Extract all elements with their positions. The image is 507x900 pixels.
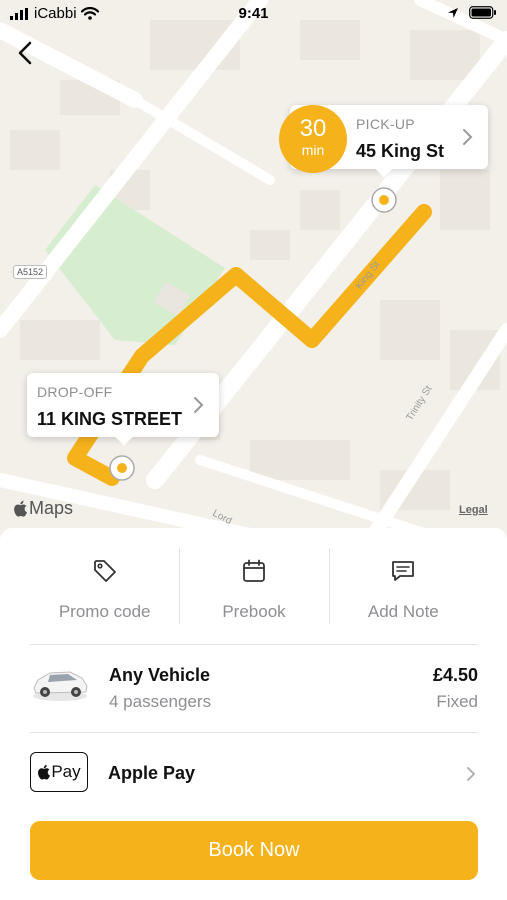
legal-link[interactable]: Legal [459,504,488,516]
apple-icon [14,500,27,517]
booking-screen: A5152 King St Trinity St Lord Maps Legal… [0,0,507,900]
location-arrow-icon [448,7,458,18]
actions-row: Promo code Prebook Add Note [30,548,478,624]
pickup-pin [371,187,397,213]
dropoff-pin [109,455,135,481]
eta-value: 30 [299,115,327,142]
promo-code-label: Promo code [58,602,151,621]
apple-pay-badge-text: Pay [51,762,81,781]
payment-method-row[interactable]: Pay Apple Pay [30,732,478,812]
tag-icon [93,560,116,582]
chevron-right-icon [467,767,476,781]
add-note-button[interactable]: Add Note [328,548,478,624]
pickup-label: PICK-UP [356,116,415,132]
booking-sheet: Promo code Prebook Add Note Any Vehicle … [0,528,507,900]
status-time: 9:41 [238,5,269,22]
road-badge: A5152 [13,265,48,279]
prebook-label: Prebook [222,602,286,621]
dropoff-address: 11 KING STREET [37,409,183,429]
vehicle-passengers: 4 passengers [109,692,212,711]
chevron-left-icon [18,41,32,65]
message-icon [392,561,415,581]
eta-unit: min [301,142,325,158]
eta-badge: 30 min [279,105,347,173]
add-note-label: Add Note [367,602,439,621]
status-bar: iCabbi 9:41 [0,0,507,28]
promo-code-button[interactable]: Promo code [30,548,179,624]
apple-maps-logo: Maps [13,498,73,519]
chevron-right-icon [194,397,204,413]
vehicle-row[interactable]: Any Vehicle 4 passengers £4.50 Fixed [30,644,478,732]
back-button[interactable] [10,38,40,68]
chevron-right-icon [463,129,473,145]
payment-label: Apple Pay [108,763,196,783]
calendar-icon [243,559,265,582]
vehicle-name: Any Vehicle [109,665,211,685]
apple-icon [38,764,51,780]
apple-pay-badge: Pay [30,752,88,792]
pickup-address: 45 King St [356,141,445,161]
car-image [33,671,88,701]
vehicle-price: £4.50 [432,665,478,685]
price-type: Fixed [436,692,478,711]
route-map[interactable]: A5152 King St Trinity St Lord Maps Legal… [0,0,507,560]
book-now-button[interactable]: Book Now [30,821,478,880]
dropoff-callout[interactable]: DROP-OFF 11 KING STREET [27,373,219,437]
prebook-button[interactable]: Prebook [179,548,328,624]
map-canvas [0,0,507,560]
dropoff-label: DROP-OFF [37,384,113,400]
maps-logo-text: Maps [29,498,74,518]
battery-icon [469,6,496,19]
